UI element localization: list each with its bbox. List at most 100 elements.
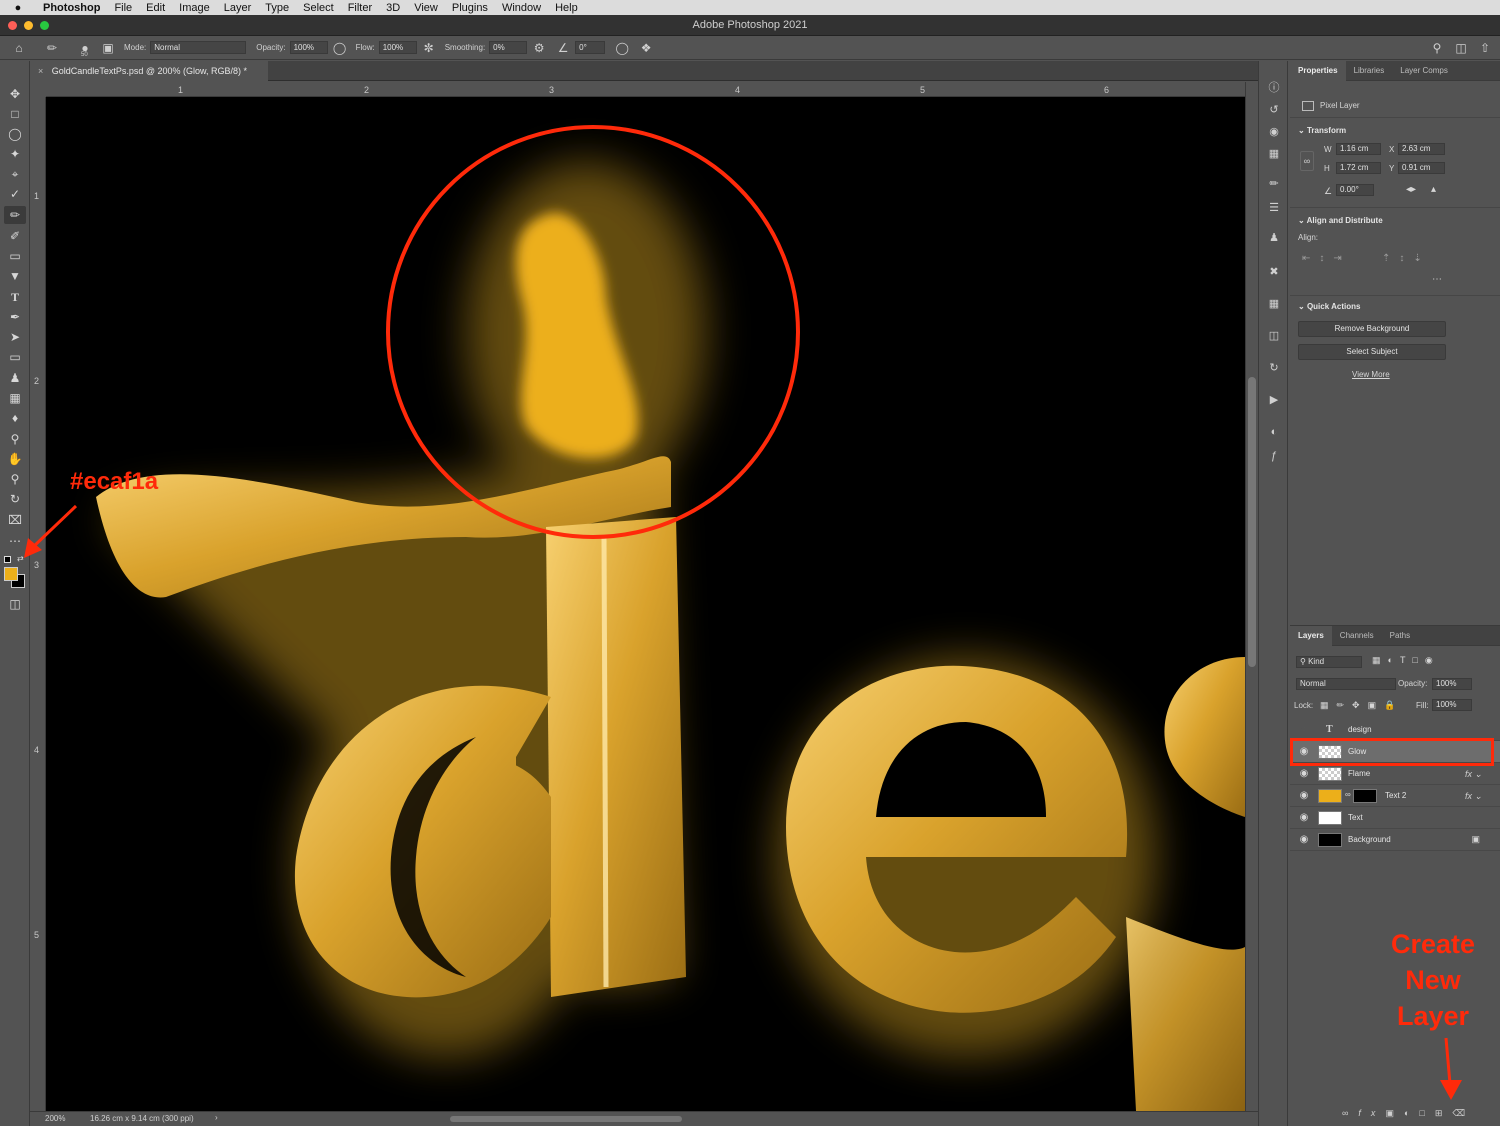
flow-input[interactable]: 100% (378, 41, 417, 54)
info-icon[interactable]: ⓘ (1267, 81, 1281, 95)
blur-tool-icon[interactable]: ♦ (4, 409, 26, 427)
y-field[interactable]: 0.91 cm (1398, 162, 1445, 174)
tab-paths[interactable]: Paths (1382, 626, 1418, 646)
mask-thumbnail[interactable] (1353, 789, 1377, 803)
brush-preset-picker[interactable]: ● 50 (78, 41, 92, 58)
tab-layer-comps[interactable]: Layer Comps (1392, 61, 1456, 81)
tab-channels[interactable]: Channels (1332, 626, 1382, 646)
brush-tool-icon-active[interactable]: ✏ (4, 206, 26, 224)
angle-field[interactable]: 0.00° (1336, 184, 1374, 196)
brush-settings-icon[interactable]: ▣ (101, 41, 115, 55)
menu-filter[interactable]: Filter (341, 2, 379, 14)
layer-filter-select[interactable]: ⚲ Kind (1296, 656, 1362, 668)
history-icon[interactable]: ↺ (1267, 103, 1281, 117)
remove-background-button[interactable]: Remove Background (1298, 321, 1446, 337)
eyedropper-tool-icon[interactable]: ✓ (4, 185, 26, 203)
select-subject-button[interactable]: Select Subject (1298, 344, 1446, 360)
pen-tool-icon[interactable]: ✒ (4, 308, 26, 326)
pressure-size-icon[interactable]: ◯ (615, 41, 629, 55)
swatches-icon[interactable]: ▦ (1267, 147, 1281, 161)
clone-stamp-tool-icon[interactable]: ✐ (4, 227, 26, 245)
zoom-level[interactable]: 200% (45, 1114, 65, 1123)
eye-icon[interactable]: ◉ (1298, 768, 1310, 780)
tab-properties[interactable]: Properties (1290, 60, 1346, 81)
menu-file[interactable]: File (107, 2, 139, 14)
status-chevron-icon[interactable]: › (215, 1113, 218, 1122)
opacity-input[interactable]: 100% (289, 41, 328, 54)
crop-tool-icon[interactable]: ⌖ (4, 165, 26, 183)
more-options-icon[interactable]: ⋯ (1432, 274, 1442, 285)
hand-tool-icon[interactable]: ✋ (4, 450, 26, 468)
zoom-window-button[interactable] (40, 21, 49, 30)
path-select-tool-icon[interactable]: ➤ (4, 328, 26, 346)
menu-plugins[interactable]: Plugins (445, 2, 495, 14)
flip-horizontal-icon[interactable]: ◂▸ (1406, 184, 1416, 195)
glyphs-icon[interactable]: ▦ (1267, 297, 1281, 311)
fx-icon[interactable]: fx ⌄ (1465, 785, 1482, 807)
layer-row-background[interactable]: ◉ Background ▣ (1290, 829, 1500, 851)
tools-presets-icon[interactable]: ✖ (1267, 265, 1281, 279)
eye-icon[interactable]: ◉ (1298, 834, 1310, 846)
close-tab-icon[interactable]: × (38, 66, 43, 76)
marquee-tool-icon[interactable]: □ (4, 105, 26, 123)
lasso-tool-icon[interactable]: ◯ (4, 125, 26, 143)
quick-mask-icon[interactable]: ◫ (4, 595, 26, 613)
layer-row-flame[interactable]: ◉ Flame fx ⌄ (1290, 763, 1500, 785)
fx-icon[interactable]: fx ⌄ (1465, 763, 1482, 785)
brush-tool-icon[interactable]: ✏ (45, 41, 59, 55)
smoothing-input[interactable]: 0% (489, 41, 528, 54)
scroll-thumb[interactable] (1248, 377, 1256, 667)
foreground-color-swatch[interactable] (4, 567, 18, 581)
menu-image[interactable]: Image (172, 2, 217, 14)
menu-layer[interactable]: Layer (217, 2, 259, 14)
dodge-tool-icon[interactable]: ⚲ (4, 430, 26, 448)
brush-settings-icon[interactable]: ☰ (1267, 201, 1281, 215)
x-field[interactable]: 2.63 cm (1398, 143, 1445, 155)
color-icon[interactable]: ◉ (1267, 125, 1281, 139)
tab-layers[interactable]: Layers (1290, 625, 1332, 646)
stamp-tool-icon[interactable]: ♟ (4, 369, 26, 387)
rectangle-tool-icon[interactable]: ▭ (4, 348, 26, 366)
link-icon[interactable]: ∞ (1300, 151, 1314, 171)
clone-source-icon[interactable]: ♟ (1267, 231, 1281, 245)
tab-libraries[interactable]: Libraries (1346, 61, 1393, 81)
document-canvas[interactable] (46, 97, 1245, 1111)
styles-icon[interactable]: ƒ (1267, 449, 1281, 463)
transform-title[interactable]: ⌄ Transform (1298, 126, 1346, 135)
layer-filter-icons[interactable]: ▦◐T□◉ (1372, 655, 1440, 666)
layer-action-buttons[interactable]: ∞fx▣◐□⊞⌫ (1342, 1108, 1482, 1122)
menu-view[interactable]: View (407, 2, 445, 14)
play-icon[interactable]: ▶ (1267, 393, 1281, 407)
actions-icon[interactable]: ↻ (1267, 361, 1281, 375)
angle-input[interactable]: 0° (575, 41, 606, 54)
menu-select[interactable]: Select (296, 2, 341, 14)
document-tab[interactable]: × GoldCandleTextPs.psd @ 200% (Glow, RGB… (30, 61, 268, 81)
workspace-icon[interactable]: ◫ (1454, 41, 1468, 55)
menu-3d[interactable]: 3D (379, 2, 407, 14)
zoom-tool-icon[interactable]: ⚲ (4, 470, 26, 488)
align-vertical-buttons[interactable]: ⇡↕⇣ (1382, 253, 1431, 264)
layer-row-text[interactable]: ◉ Text (1290, 807, 1500, 829)
eye-icon[interactable]: ◉ (1298, 812, 1310, 824)
home-icon[interactable]: ⌂ (12, 41, 26, 55)
menu-help[interactable]: Help (548, 2, 585, 14)
close-window-button[interactable] (8, 21, 17, 30)
minimize-window-button[interactable] (24, 21, 33, 30)
lock-icons[interactable]: ▦✏✥▣🔒 (1320, 700, 1403, 711)
eraser-tool-icon[interactable]: ▭ (4, 247, 26, 265)
blend-mode-select[interactable]: Normal (1296, 678, 1396, 690)
menu-type[interactable]: Type (258, 2, 296, 14)
height-field[interactable]: 1.72 cm (1336, 162, 1381, 174)
layer-opacity-input[interactable]: 100% (1432, 678, 1472, 690)
navigator-icon[interactable]: ◐ (1267, 425, 1281, 439)
menu-app[interactable]: Photoshop (36, 2, 107, 14)
vertical-scrollbar[interactable] (1245, 82, 1258, 1111)
align-buttons[interactable]: ⇤↕⇥ (1302, 253, 1351, 264)
pressure-opacity-icon[interactable]: ◯ (333, 41, 347, 55)
apple-icon[interactable]: ● (0, 2, 36, 14)
share-icon[interactable]: ⇧ (1478, 41, 1492, 55)
eye-icon[interactable]: ◉ (1298, 790, 1310, 802)
menu-window[interactable]: Window (495, 2, 548, 14)
menu-edit[interactable]: Edit (139, 2, 172, 14)
frame-tool-icon[interactable]: ▦ (4, 389, 26, 407)
